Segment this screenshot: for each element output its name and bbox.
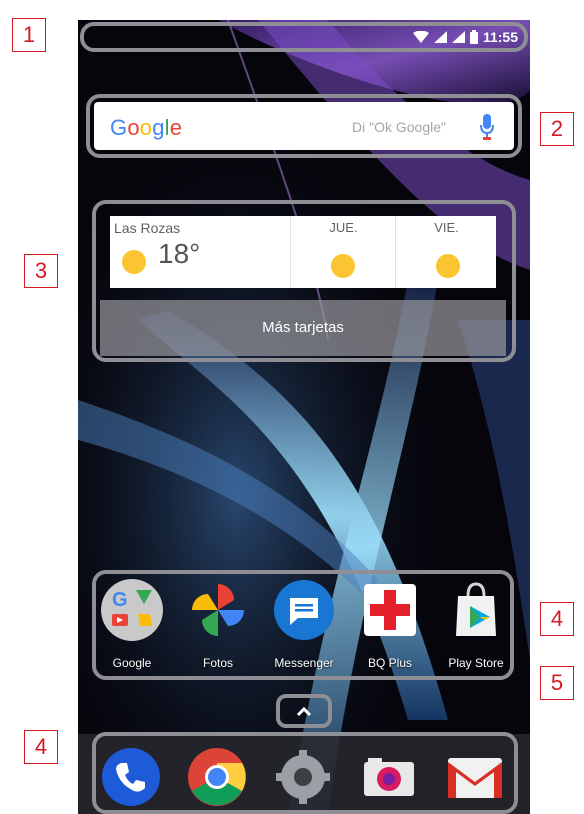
google-search-bar[interactable]: Google Di "Ok Google" bbox=[94, 102, 514, 150]
weather-card[interactable]: Las Rozas 18° JUE. VIE. bbox=[110, 216, 496, 288]
svg-text:G: G bbox=[112, 589, 128, 611]
app-label: Messenger bbox=[274, 656, 334, 670]
photos-pinwheel-icon bbox=[192, 584, 244, 636]
forecast-day-label: VIE. bbox=[434, 220, 459, 235]
weather-temperature: 18° bbox=[158, 238, 201, 269]
bq-plus-icon bbox=[364, 584, 416, 636]
more-cards-button[interactable]: Más tarjetas bbox=[100, 300, 506, 356]
forecast-day-2: VIE. bbox=[395, 216, 497, 288]
app-label: Play Store bbox=[448, 656, 504, 670]
signal-icon bbox=[433, 31, 447, 43]
status-clock: 11:55 bbox=[482, 29, 518, 45]
callout-5: 5 bbox=[540, 666, 574, 700]
callout-4-dock: 4 bbox=[24, 730, 58, 764]
forecast-day-label: JUE. bbox=[329, 220, 358, 235]
chrome-icon[interactable] bbox=[186, 746, 248, 808]
gmail-icon[interactable] bbox=[444, 746, 506, 808]
callout-3: 3 bbox=[24, 254, 58, 288]
weather-current: Las Rozas 18° bbox=[110, 216, 290, 288]
mic-icon[interactable] bbox=[480, 114, 494, 140]
google-folder-icon: G bbox=[101, 579, 163, 641]
app-label: Fotos bbox=[202, 656, 233, 670]
callout-1: 1 bbox=[12, 18, 46, 52]
settings-gear-icon[interactable] bbox=[272, 746, 334, 808]
phone-screen: 11:55 Google Di "Ok Google" Las Rozas 18… bbox=[78, 20, 530, 814]
google-logo: Google bbox=[110, 115, 183, 140]
phone-icon[interactable] bbox=[100, 746, 162, 808]
forecast-day-1: JUE. bbox=[290, 216, 396, 288]
app-drawer-button[interactable] bbox=[278, 696, 330, 728]
status-bar: 11:55 bbox=[82, 24, 526, 50]
app-label: Google bbox=[112, 656, 152, 670]
sun-icon bbox=[436, 254, 460, 278]
search-hint: Di "Ok Google" bbox=[352, 119, 446, 135]
callout-4-apps: 4 bbox=[540, 602, 574, 636]
camera-icon[interactable] bbox=[358, 746, 420, 808]
weather-location: Las Rozas bbox=[114, 220, 181, 236]
callout-2: 2 bbox=[540, 112, 574, 146]
chevron-up-icon bbox=[296, 706, 312, 717]
wifi-icon bbox=[412, 31, 429, 43]
battery-icon bbox=[469, 30, 478, 44]
sun-icon bbox=[331, 254, 355, 278]
sun-icon bbox=[122, 250, 146, 274]
signal-icon-2 bbox=[451, 31, 465, 43]
play-store-icon bbox=[456, 582, 496, 636]
messenger-icon bbox=[274, 580, 334, 640]
app-label: BQ Plus bbox=[367, 656, 412, 670]
